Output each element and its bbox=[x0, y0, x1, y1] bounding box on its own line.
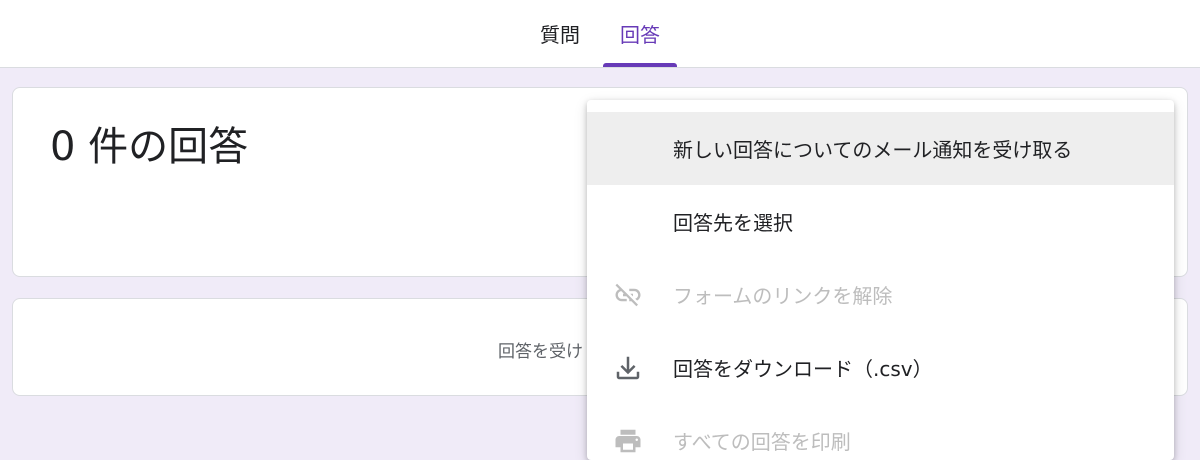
menu-item-label: すべての回答を印刷 bbox=[673, 430, 851, 454]
menu-item-label: フォームのリンクを解除 bbox=[673, 284, 893, 308]
menu-item-select-destination[interactable]: 回答先を選択 bbox=[587, 185, 1174, 258]
responses-more-menu: 新しい回答についてのメール通知を受け取る 回答先を選択 フォームのリンクを解除 … bbox=[587, 100, 1174, 460]
accepting-responses-label: 回答を受け bbox=[498, 342, 583, 362]
top-bar: 質問 回答 bbox=[0, 0, 1200, 68]
active-tab-indicator bbox=[603, 63, 677, 67]
tab-responses[interactable]: 回答 bbox=[603, 0, 677, 67]
menu-item-unlink-form[interactable]: フォームのリンクを解除 bbox=[587, 258, 1174, 331]
tab-questions[interactable]: 質問 bbox=[530, 0, 590, 67]
menu-item-label: 回答先を選択 bbox=[673, 211, 793, 235]
response-count-title: 0 件の回答 bbox=[50, 124, 249, 170]
menu-item-email-notifications[interactable]: 新しい回答についてのメール通知を受け取る bbox=[587, 112, 1174, 185]
menu-item-download-csv[interactable]: 回答をダウンロード（.csv） bbox=[587, 331, 1174, 404]
menu-item-print-all[interactable]: すべての回答を印刷 bbox=[587, 404, 1174, 460]
menu-item-label: 回答をダウンロード（.csv） bbox=[673, 357, 933, 381]
unlink-icon bbox=[613, 280, 643, 310]
menu-item-label: 新しい回答についてのメール通知を受け取る bbox=[673, 138, 1073, 162]
print-icon bbox=[613, 426, 643, 456]
download-icon bbox=[613, 353, 643, 383]
